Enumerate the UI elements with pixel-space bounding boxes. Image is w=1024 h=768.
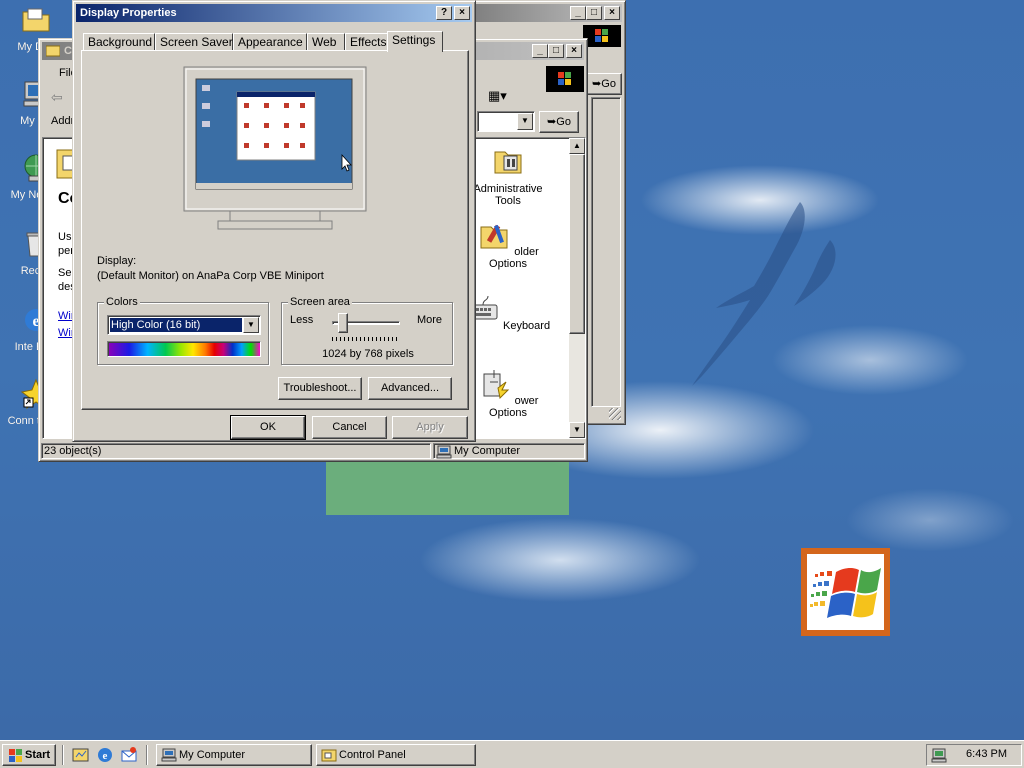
taskbar-separator <box>62 745 64 765</box>
display-properties-dialog[interactable]: Display Properties ? × Background Screen… <box>72 0 476 442</box>
control-panel-icon <box>46 45 60 57</box>
maximize-button[interactable]: □ <box>586 6 602 20</box>
windows-logo-tile[interactable] <box>801 548 890 636</box>
show-desktop-icon[interactable] <box>72 747 90 763</box>
display-adapter-value: (Default Monitor) on AnaPa Corp VBE Mini… <box>97 270 324 282</box>
tab-settings[interactable]: Settings <box>387 31 443 52</box>
close-button[interactable]: × <box>566 44 582 58</box>
cp-item-keyboard[interactable]: Keyboard <box>463 293 553 332</box>
windows-flag-icon <box>595 29 608 42</box>
tab-web[interactable]: Web <box>307 33 345 51</box>
colors-select[interactable]: High Color (16 bit) ▼ <box>107 315 261 335</box>
close-button[interactable]: × <box>454 6 470 20</box>
taskbar: Start e My Computer Control Panel 6:43 P… <box>0 740 1024 768</box>
minimize-button[interactable]: _ <box>532 44 548 58</box>
administrative-tools-icon <box>494 151 522 174</box>
tab-effects[interactable]: Effects <box>345 33 389 51</box>
windows-throbber <box>583 25 621 47</box>
folder-documents-icon <box>22 8 50 32</box>
outlook-express-icon[interactable] <box>120 746 138 764</box>
display-settings-tray-icon[interactable] <box>931 747 949 763</box>
cp-item-administrative-tools[interactable]: Administrative Tools <box>463 144 553 207</box>
cp-item-power-options[interactable]: ower Options <box>463 368 553 419</box>
address-label: Addr <box>51 115 75 127</box>
slider-thumb[interactable] <box>337 313 348 333</box>
dialog-title: Display Properties <box>80 7 177 19</box>
tab-screen-saver[interactable]: Screen Saver <box>155 33 233 51</box>
status-bar-zone: My Computer <box>433 443 585 459</box>
my-computer-content <box>591 97 621 407</box>
status-bar-objects: 23 object(s) <box>41 443 431 459</box>
screen-area-group: Screen area Less More 1024 by 768 pixels <box>281 296 453 365</box>
windows-flag-icon <box>809 568 881 618</box>
tab-background[interactable]: Background <box>83 33 155 51</box>
cp-item-folder-options[interactable]: older Options <box>463 219 553 270</box>
colors-group: Colors High Color (16 bit) ▼ <box>97 296 269 365</box>
go-arrow-icon: ➥ <box>592 78 602 90</box>
vertical-scrollbar[interactable]: ▲ ▼ <box>569 138 585 438</box>
scroll-thumb[interactable] <box>569 154 585 334</box>
display-properties-titlebar: Display Properties ? × <box>76 4 472 22</box>
windows-flag-icon <box>558 72 571 85</box>
settings-panel: Display: (Default Monitor) on AnaPa Corp… <box>81 50 469 410</box>
clock[interactable]: 6:43 PM <box>966 748 1007 760</box>
slider-ticks <box>332 337 400 341</box>
diver-wallpaper-silhouette <box>692 202 836 386</box>
my-computer-titlebar: _ □ × <box>474 4 622 22</box>
go-button[interactable]: ➥Go <box>539 111 579 133</box>
folder-options-icon <box>480 224 508 249</box>
power-options-icon <box>483 370 509 400</box>
tab-appearance[interactable]: Appearance <box>233 33 307 51</box>
color-spectrum-bar <box>107 341 261 357</box>
apply-button[interactable]: Apply <box>392 416 468 439</box>
go-arrow-icon: ➥ <box>547 116 557 128</box>
colors-legend: Colors <box>104 296 140 308</box>
screen-area-legend: Screen area <box>288 296 352 308</box>
scroll-down-arrow-icon[interactable]: ▼ <box>569 422 585 438</box>
resize-grip[interactable] <box>609 408 621 420</box>
address-field[interactable]: ▼ <box>477 111 535 132</box>
green-rectangle <box>326 461 569 515</box>
go-button[interactable]: ➥Go <box>586 73 622 95</box>
scroll-up-arrow-icon[interactable]: ▲ <box>569 138 585 154</box>
help-button[interactable]: ? <box>436 6 452 20</box>
ok-button[interactable]: OK <box>230 415 306 440</box>
start-button[interactable]: Start <box>2 744 56 766</box>
maximize-button[interactable]: □ <box>548 44 564 58</box>
system-tray: 6:43 PM <box>926 744 1022 766</box>
control-panel-icon <box>321 749 337 762</box>
views-icon[interactable]: ▦▾ <box>487 87 521 109</box>
cancel-button[interactable]: Cancel <box>312 416 387 439</box>
svg-text:e: e <box>103 750 108 762</box>
back-arrow-icon[interactable]: ⇦ <box>51 89 71 109</box>
colors-dropdown-arrow-icon[interactable]: ▼ <box>243 317 259 333</box>
windows-flag-icon <box>9 749 22 762</box>
colors-selected-value: High Color (16 bit) <box>109 317 243 333</box>
slider-less-label: Less <box>290 314 314 326</box>
monitor-preview <box>183 66 367 230</box>
close-button[interactable]: × <box>604 6 620 20</box>
task-control-panel[interactable]: Control Panel <box>316 744 476 766</box>
taskbar-separator <box>146 745 148 765</box>
display-label: Display: <box>97 255 137 267</box>
slider-more-label: More <box>416 314 442 326</box>
computer-icon <box>436 445 452 459</box>
computer-icon <box>161 748 177 762</box>
advanced-button[interactable]: Advanced... <box>368 377 452 400</box>
task-my-computer[interactable]: My Computer <box>156 744 312 766</box>
windows-throbber <box>546 66 584 92</box>
troubleshoot-button[interactable]: Troubleshoot... <box>278 377 362 400</box>
address-dropdown-arrow-icon[interactable]: ▼ <box>517 113 533 130</box>
internet-explorer-icon[interactable]: e <box>96 746 114 764</box>
minimize-button[interactable]: _ <box>570 6 586 20</box>
resolution-value: 1024 by 768 pixels <box>322 348 414 360</box>
